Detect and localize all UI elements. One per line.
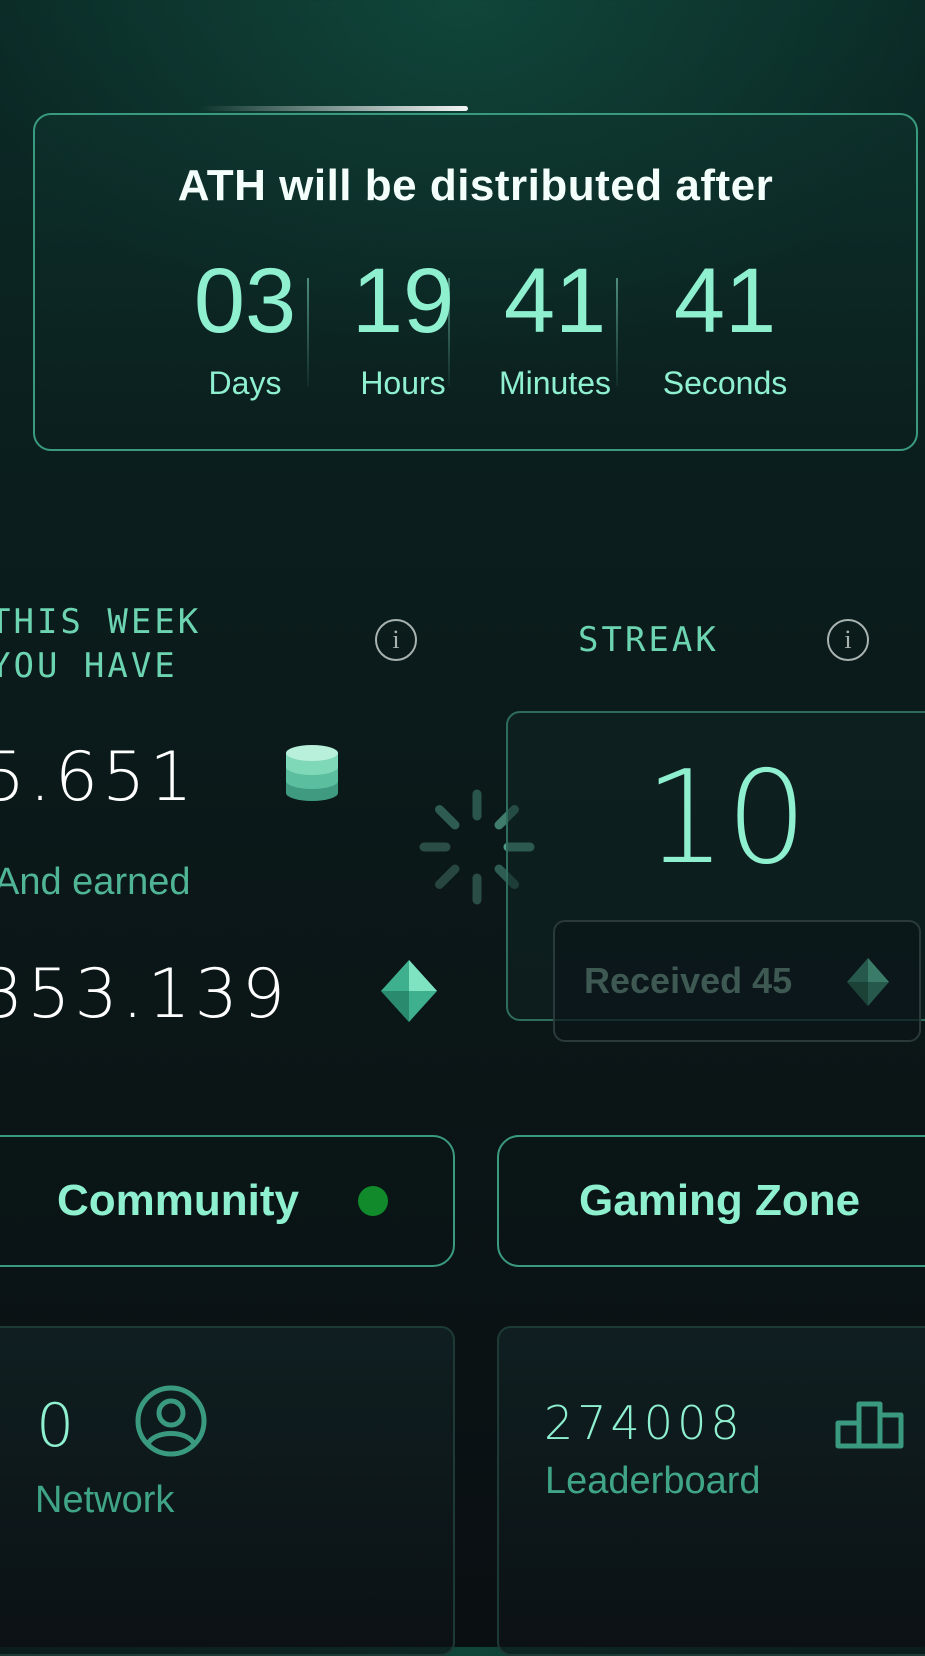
gaming-zone-label: Gaming Zone [579, 1176, 861, 1225]
diamond-icon [381, 960, 437, 1022]
minutes-label: Minutes [498, 365, 612, 401]
countdown-days: 03 Days [175, 255, 315, 402]
leaderboard-value: 274008 [544, 1396, 744, 1450]
countdown-divider [307, 278, 309, 386]
week-info-icon[interactable]: i [375, 619, 417, 661]
countdown-card: ATH will be distributed after 03 Days 19… [33, 113, 918, 451]
countdown-hours: 19 Hours [333, 255, 473, 402]
hours-label: Hours [360, 365, 446, 401]
streak-value: 10 [644, 744, 808, 893]
received-label: Received 45 [584, 960, 793, 1001]
week-amount: 5.651 [0, 738, 197, 817]
this-week-line1: THIS WEEK [0, 602, 202, 642]
status-dot [358, 1186, 388, 1216]
countdown-minutes: 41 Minutes [465, 255, 645, 402]
days-label: Days [208, 365, 282, 401]
seconds-value: 41 [673, 250, 777, 352]
podium-icon[interactable] [835, 1401, 905, 1449]
user-icon[interactable] [134, 1384, 208, 1458]
network-value: 0 [36, 1391, 79, 1461]
earned-label: And earned [0, 861, 191, 903]
network-label: Network [35, 1479, 175, 1521]
earned-amount: 353.139 [0, 955, 290, 1034]
minutes-value: 41 [503, 250, 607, 352]
stack-icon [286, 745, 338, 801]
countdown-divider [448, 278, 450, 386]
countdown-seconds: 41 Seconds [635, 255, 815, 402]
diamond-icon [847, 958, 889, 1006]
hours-value: 19 [351, 250, 455, 352]
countdown-title: ATH will be distributed after [177, 161, 774, 210]
this-week-line2: YOU HAVE [0, 646, 178, 686]
streak-heading: STREAK [578, 620, 719, 660]
countdown-highlight [200, 106, 468, 111]
days-value: 03 [193, 250, 297, 352]
gaming-zone-button[interactable]: Gaming Zone [497, 1135, 925, 1267]
community-label: Community [57, 1176, 299, 1225]
leaderboard-label: Leaderboard [545, 1460, 761, 1502]
this-week-heading: THIS WEEK YOU HAVE [0, 600, 201, 688]
countdown-divider [616, 278, 618, 386]
streak-info-icon[interactable]: i [827, 619, 869, 661]
seconds-label: Seconds [662, 365, 788, 401]
